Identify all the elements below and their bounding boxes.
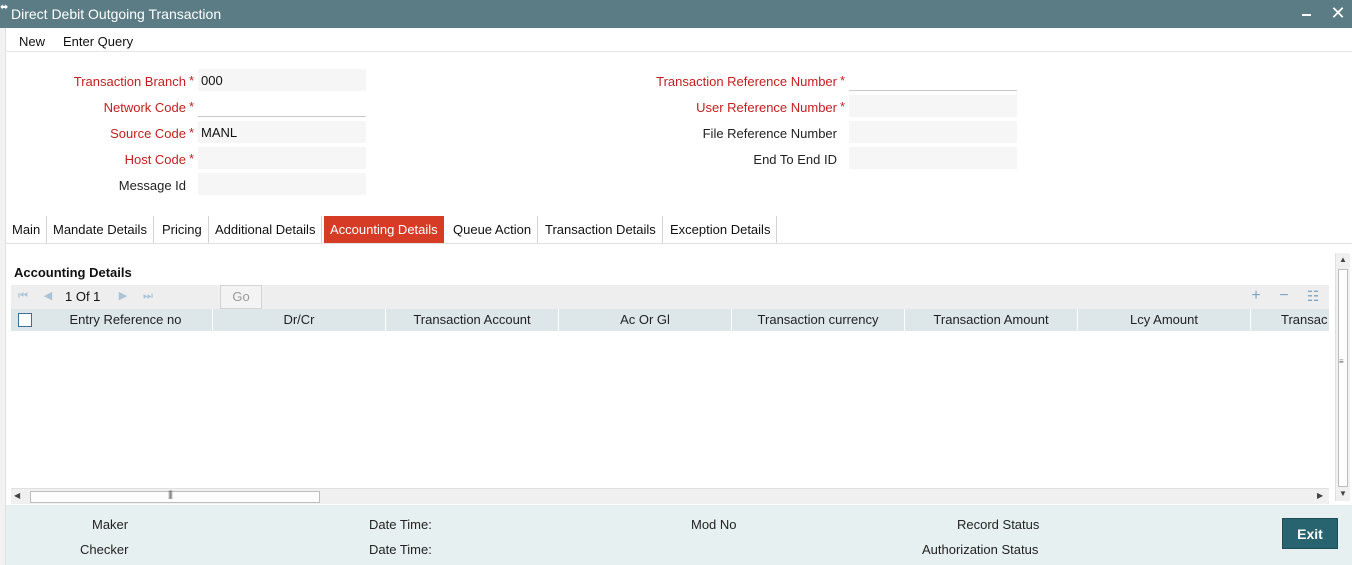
minimize-icon[interactable] xyxy=(1298,4,1316,24)
menu-bar: New Enter Query xyxy=(6,28,1352,52)
title-bar: ⬌ Direct Debit Outgoing Transaction ✕ xyxy=(0,0,1352,28)
column-header[interactable]: Transaction Account xyxy=(386,309,559,331)
tab-main[interactable]: Main xyxy=(6,216,48,244)
transaction-branch-field[interactable] xyxy=(198,69,366,91)
column-header[interactable]: Transac xyxy=(1251,309,1329,331)
grid-body xyxy=(11,331,1329,488)
column-header[interactable]: Lcy Amount xyxy=(1078,309,1251,331)
message-id-field[interactable] xyxy=(198,173,366,195)
audit-footer xyxy=(6,505,1352,565)
tab-exception-details[interactable]: Exception Details xyxy=(664,216,778,244)
user-reference-number-field[interactable] xyxy=(849,95,1017,117)
tab-accounting-details[interactable]: Accounting Details xyxy=(324,216,444,244)
source-code-field[interactable] xyxy=(198,121,366,143)
close-icon[interactable]: ✕ xyxy=(1328,2,1348,24)
mod-no-label: Mod No xyxy=(691,517,737,532)
list-icon[interactable]: ☷ xyxy=(1304,287,1322,305)
message-id-label: Message Id xyxy=(118,178,186,193)
window-title: Direct Debit Outgoing Transaction xyxy=(11,6,222,22)
authorization-status-label: Authorization Status xyxy=(922,542,1039,557)
checker-label: Checker xyxy=(80,542,129,557)
exit-button[interactable]: Exit xyxy=(1282,518,1338,549)
last-page-icon[interactable]: ⏭ xyxy=(140,288,156,304)
column-header[interactable]: Transaction currency xyxy=(732,309,905,331)
maker-date-time-label: Date Time: xyxy=(369,517,432,532)
host-code-field[interactable] xyxy=(198,147,366,169)
horizontal-scrollbar[interactable]: ◀ ||| ▶ xyxy=(11,488,1329,504)
go-button[interactable]: Go xyxy=(220,285,262,309)
column-header[interactable]: Entry Reference no xyxy=(39,309,213,331)
tab-pricing[interactable]: Pricing xyxy=(156,216,209,244)
minus-icon[interactable]: − xyxy=(1275,287,1293,305)
tab-queue-action[interactable]: Queue Action xyxy=(447,216,539,244)
maker-label: Maker xyxy=(92,517,129,532)
vertical-scrollbar[interactable]: ▲ ≡ ▼ xyxy=(1335,253,1350,501)
scroll-thumb[interactable] xyxy=(30,491,320,503)
required-marker: * xyxy=(840,99,846,114)
window-left-edge xyxy=(0,28,6,565)
menu-enter-query[interactable]: Enter Query xyxy=(63,34,133,49)
host-code-label: Host Code xyxy=(124,152,186,167)
tab-additional-details[interactable]: Additional Details xyxy=(209,216,323,244)
section-title: Accounting Details xyxy=(14,265,132,280)
tab-mandate-details[interactable]: Mandate Details xyxy=(47,216,154,244)
scroll-grip-icon: ||| xyxy=(168,489,173,499)
column-header[interactable]: Ac Or Gl xyxy=(559,309,732,331)
scroll-left-icon[interactable]: ◀ xyxy=(14,491,20,500)
next-page-icon[interactable]: ▶ xyxy=(115,288,131,304)
transaction-reference-number-label: Transaction Reference Number xyxy=(656,74,837,89)
network-code-field[interactable] xyxy=(198,95,366,117)
source-code-label: Source Code xyxy=(110,126,186,141)
required-marker: * xyxy=(189,99,195,114)
scroll-right-icon[interactable]: ▶ xyxy=(1317,491,1323,500)
plus-icon[interactable]: + xyxy=(1247,287,1265,305)
network-code-label: Network Code xyxy=(103,100,186,115)
file-reference-number-label: File Reference Number xyxy=(702,126,837,141)
column-header[interactable]: Dr/Cr xyxy=(213,309,386,331)
tab-divider xyxy=(6,243,1352,244)
scroll-up-icon[interactable]: ▲ xyxy=(1339,255,1347,264)
resize-handle-icon[interactable]: ⬌ xyxy=(0,2,8,13)
user-reference-number-label: User Reference Number xyxy=(696,100,837,115)
required-marker: * xyxy=(189,125,195,140)
scroll-down-icon[interactable]: ▼ xyxy=(1339,489,1347,498)
transaction-branch-label: Transaction Branch xyxy=(73,74,186,89)
scroll-grip-icon: ≡ xyxy=(1339,357,1344,366)
prev-page-icon[interactable]: ◀ xyxy=(40,288,56,304)
end-to-end-id-label: End To End ID xyxy=(753,152,837,167)
tab-transaction-details[interactable]: Transaction Details xyxy=(539,216,663,244)
page-info: 1 Of 1 xyxy=(65,289,101,304)
menu-new[interactable]: New xyxy=(19,34,45,49)
required-marker: * xyxy=(840,73,846,88)
select-all-checkbox[interactable] xyxy=(18,313,32,327)
column-header[interactable]: Transaction Amount xyxy=(905,309,1078,331)
transaction-reference-number-field[interactable] xyxy=(849,69,1017,91)
grid-header: Entry Reference no Dr/Cr Transaction Acc… xyxy=(11,309,1329,331)
checker-date-time-label: Date Time: xyxy=(369,542,432,557)
required-marker: * xyxy=(189,151,195,166)
file-reference-number-field[interactable] xyxy=(849,121,1017,143)
grid-toolbar: ⏮ ◀ 1 Of 1 ▶ ⏭ Go + − ☷ xyxy=(11,285,1329,309)
record-status-label: Record Status xyxy=(957,517,1040,532)
scroll-thumb[interactable] xyxy=(1338,269,1348,487)
first-page-icon[interactable]: ⏮ xyxy=(15,288,31,304)
required-marker: * xyxy=(189,73,195,88)
end-to-end-id-field[interactable] xyxy=(849,147,1017,169)
